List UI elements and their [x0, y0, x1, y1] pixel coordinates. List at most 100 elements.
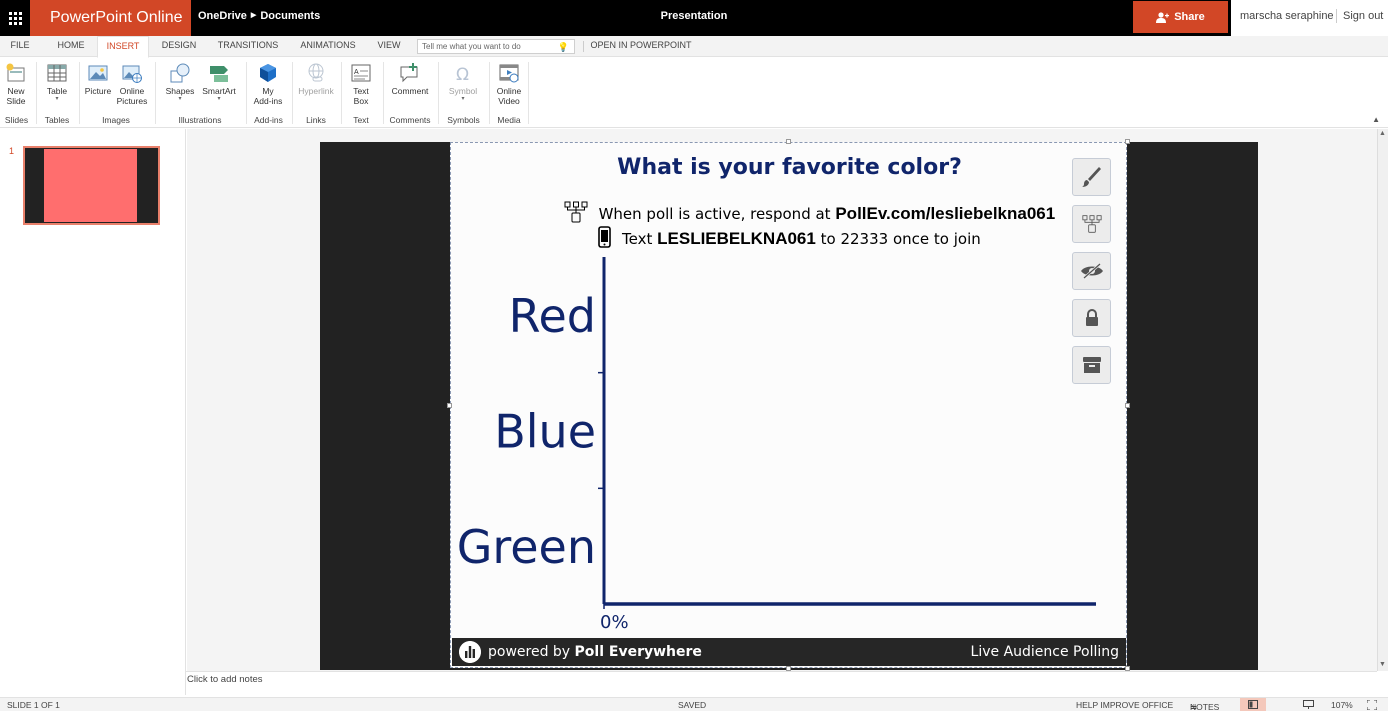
slide-counter: SLIDE 1 OF 1: [7, 700, 60, 710]
footer-brand: Poll Everywhere: [574, 644, 702, 660]
category-label: Blue: [494, 405, 596, 459]
tab-animations[interactable]: ANIMATIONS: [292, 36, 364, 57]
notes-area[interactable]: Click to add notes: [186, 671, 1377, 696]
group-links: Links: [306, 115, 326, 125]
poll-edit-button[interactable]: [1072, 158, 1111, 196]
online-video-label-2: Video: [498, 96, 520, 106]
symbol-button[interactable]: Ω Symbol ▾: [444, 62, 482, 103]
smartart-button[interactable]: SmartArt ▾: [200, 62, 238, 103]
archive-box-icon: [1082, 357, 1101, 373]
resize-handle[interactable]: [786, 139, 791, 144]
poll-lock-button[interactable]: [1072, 299, 1111, 337]
poll-footer: powered by Poll Everywhere Live Audience…: [452, 638, 1126, 666]
group-text: Text: [353, 115, 369, 125]
fit-slide-button[interactable]: [1366, 699, 1378, 712]
tab-home[interactable]: HOME: [45, 36, 97, 57]
comment-button[interactable]: Comment: [388, 62, 432, 96]
online-video-button[interactable]: Online Video: [492, 62, 526, 106]
lightbulb-icon: 💡: [557, 42, 569, 52]
zoom-level[interactable]: 107%: [1331, 700, 1353, 710]
fit-slide-icon: [1366, 699, 1378, 711]
text-box-button[interactable]: A Text Box: [346, 62, 376, 106]
tab-view[interactable]: VIEW: [368, 36, 410, 57]
poll-bar-chart: Red Blue Green 0%: [457, 257, 1096, 633]
vertical-scrollbar[interactable]: ▲ ▼: [1377, 129, 1388, 671]
shapes-icon: [170, 63, 190, 83]
group-media: Media: [497, 115, 521, 125]
text-box-label-2: Box: [353, 96, 369, 106]
scroll-down-icon[interactable]: ▼: [1379, 661, 1386, 668]
my-addins-button[interactable]: My Add-ins: [251, 62, 285, 106]
group-images: Images: [102, 115, 130, 125]
my-addins-label-2: Add-ins: [253, 96, 283, 106]
table-button[interactable]: Table ▾: [43, 62, 71, 103]
normal-view-icon: [1248, 700, 1258, 709]
open-in-powerpoint-button[interactable]: OPEN IN POWERPOINT: [588, 36, 694, 57]
resize-handle[interactable]: [447, 403, 452, 408]
svg-text:A: A: [354, 69, 359, 76]
tell-me-search-input[interactable]: Tell me what you want to do 💡: [417, 39, 575, 54]
group-addins: Add-ins: [254, 115, 283, 125]
scroll-up-icon[interactable]: ▲: [1379, 130, 1386, 137]
save-status: SAVED: [678, 700, 707, 710]
resize-handle[interactable]: [1125, 403, 1130, 408]
breadcrumb-documents[interactable]: Documents: [260, 0, 320, 32]
new-slide-label-1: New: [7, 86, 25, 96]
share-button[interactable]: Share: [1133, 1, 1228, 33]
table-dropdown-icon: ▾: [55, 96, 59, 102]
tell-me-placeholder: Tell me what you want to do: [422, 42, 521, 51]
addins-cube-icon: [260, 64, 276, 82]
normal-view-button[interactable]: [1240, 698, 1266, 711]
picture-button[interactable]: Picture: [83, 62, 113, 96]
new-slide-icon: [6, 63, 25, 82]
tab-file[interactable]: FILE: [0, 36, 40, 57]
slideshow-icon: [1303, 700, 1314, 709]
app-launcher-icon[interactable]: [0, 0, 30, 36]
slide-thumbnail-pane: 1: [0, 129, 186, 695]
tab-transitions[interactable]: TRANSITIONS: [208, 36, 288, 57]
breadcrumb-onedrive[interactable]: OneDrive: [198, 0, 247, 32]
poll-archive-button[interactable]: [1072, 346, 1111, 384]
smartart-icon: [210, 66, 228, 82]
tab-design[interactable]: DESIGN: [153, 36, 205, 57]
group-separator: [528, 62, 529, 124]
poll-content-object[interactable]: What is your favorite color? When poll i…: [450, 142, 1127, 668]
hyperlink-globe-icon: [308, 63, 324, 82]
group-separator: [383, 62, 384, 124]
slideshow-view-button[interactable]: [1303, 700, 1314, 711]
symbol-label: Symbol: [448, 86, 478, 96]
smartart-label: SmartArt: [202, 86, 236, 96]
poll-activate-button[interactable]: [1072, 205, 1111, 243]
app-name[interactable]: PowerPoint Online: [30, 0, 191, 36]
online-pictures-label-1: Online: [119, 86, 145, 96]
group-slides: Slides: [4, 115, 29, 125]
document-title[interactable]: Presentation: [600, 0, 788, 32]
poll-hide-responses-button[interactable]: [1072, 252, 1111, 290]
resize-handle[interactable]: [1125, 139, 1130, 144]
user-name[interactable]: marscha seraphine: [1240, 10, 1334, 22]
category-label: Green: [457, 520, 596, 574]
smartart-dropdown-icon: ▾: [217, 96, 221, 102]
new-slide-button[interactable]: New Slide: [3, 62, 29, 106]
footer-powered-text: powered by Poll Everywhere: [488, 644, 702, 660]
notes-placeholder: Click to add notes: [187, 674, 263, 685]
group-separator: [438, 62, 439, 124]
sign-out-link[interactable]: Sign out: [1343, 10, 1383, 22]
table-label: Table: [46, 86, 68, 96]
picture-icon: [88, 65, 108, 81]
tab-insert[interactable]: INSERT: [97, 36, 149, 58]
hyperlink-button[interactable]: Hyperlink: [295, 62, 337, 96]
hyperlink-label: Hyperlink: [298, 86, 334, 96]
help-improve-office-link[interactable]: HELP IMPROVE OFFICE: [1076, 700, 1173, 710]
my-addins-label-1: My: [262, 86, 274, 96]
table-icon: [47, 64, 67, 82]
footer-powered: powered by: [488, 644, 571, 660]
collapse-ribbon-icon[interactable]: ▲: [1372, 115, 1380, 124]
omega-icon: Ω: [456, 65, 469, 84]
shapes-button[interactable]: Shapes ▾: [163, 62, 197, 103]
share-label: Share: [1174, 11, 1205, 23]
online-pictures-button[interactable]: Online Pictures: [115, 62, 149, 106]
slide-thumbnail[interactable]: [23, 146, 160, 225]
status-bar: SLIDE 1 OF 1 SAVED HELP IMPROVE OFFICE ≐…: [0, 697, 1388, 712]
picture-label: Picture: [84, 86, 112, 96]
